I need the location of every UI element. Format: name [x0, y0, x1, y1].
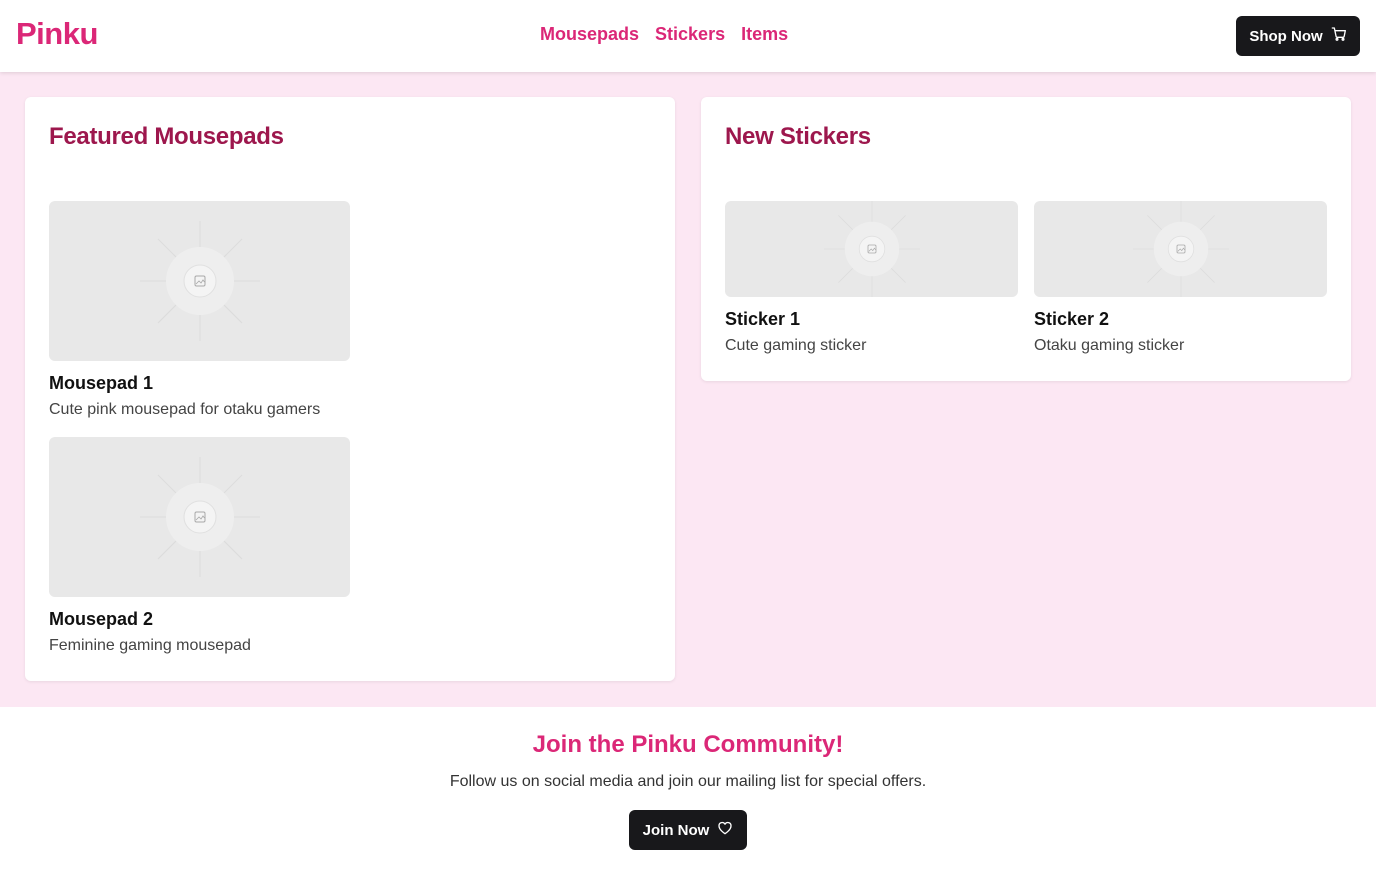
heart-icon	[717, 820, 733, 840]
nav-link-stickers[interactable]: Stickers	[655, 24, 725, 45]
mousepad-2-description: Feminine gaming mousepad	[49, 637, 251, 654]
community-footer: Join the Pinku Community! Follow us on s…	[0, 707, 1376, 874]
sticker-2-title: Sticker 2	[1034, 309, 1110, 329]
shop-now-button[interactable]: Shop Now	[1236, 16, 1360, 56]
image-placeholder-icon	[823, 201, 920, 297]
new-stickers-heading: New Stickers	[725, 123, 871, 150]
join-now-button[interactable]: Join Now	[629, 810, 747, 850]
mousepad-1-image	[49, 201, 350, 361]
nav-link-mousepads[interactable]: Mousepads	[540, 24, 639, 45]
cart-icon	[1331, 26, 1347, 46]
image-placeholder-icon	[139, 457, 260, 577]
sticker-2-image	[1034, 201, 1327, 297]
shop-now-label: Shop Now	[1249, 27, 1323, 45]
main-nav: Mousepads Stickers Items	[540, 24, 788, 45]
mousepad-1-description: Cute pink mousepad for otaku gamers	[49, 401, 321, 418]
community-text: Follow us on social media and join our m…	[449, 773, 927, 790]
sticker-1-image	[725, 201, 1018, 297]
community-heading: Join the Pinku Community!	[532, 731, 844, 758]
featured-mousepads-card: Featured Mousepads Mousepad 1 Cute pink …	[25, 97, 675, 681]
nav-link-items[interactable]: Items	[741, 24, 788, 45]
sticker-2-description: Otaku gaming sticker	[1034, 337, 1185, 354]
mousepad-1-title: Mousepad 1	[49, 373, 154, 393]
product-card-sticker-1[interactable]: Sticker 1 Cute gaming sticker	[725, 201, 1018, 355]
mousepad-2-title: Mousepad 2	[49, 609, 154, 629]
new-stickers-card: New Stickers Sticker 1 Cute gaming stick…	[701, 97, 1351, 381]
product-card-mousepad-2[interactable]: Mousepad 2 Feminine gaming mousepad	[49, 437, 350, 655]
sticker-1-description: Cute gaming sticker	[725, 337, 867, 354]
product-card-sticker-2[interactable]: Sticker 2 Otaku gaming sticker	[1034, 201, 1327, 355]
product-card-mousepad-1[interactable]: Mousepad 1 Cute pink mousepad for otaku …	[49, 201, 350, 419]
image-placeholder-icon	[139, 221, 260, 341]
image-placeholder-icon	[1132, 201, 1229, 297]
featured-mousepads-heading: Featured Mousepads	[49, 123, 284, 150]
mousepad-2-image	[49, 437, 350, 597]
logo[interactable]: Pinku	[16, 16, 98, 52]
sticker-1-title: Sticker 1	[725, 309, 801, 329]
site-header: Pinku Mousepads Stickers Items Shop Now	[0, 0, 1376, 72]
join-now-label: Join Now	[642, 821, 710, 839]
